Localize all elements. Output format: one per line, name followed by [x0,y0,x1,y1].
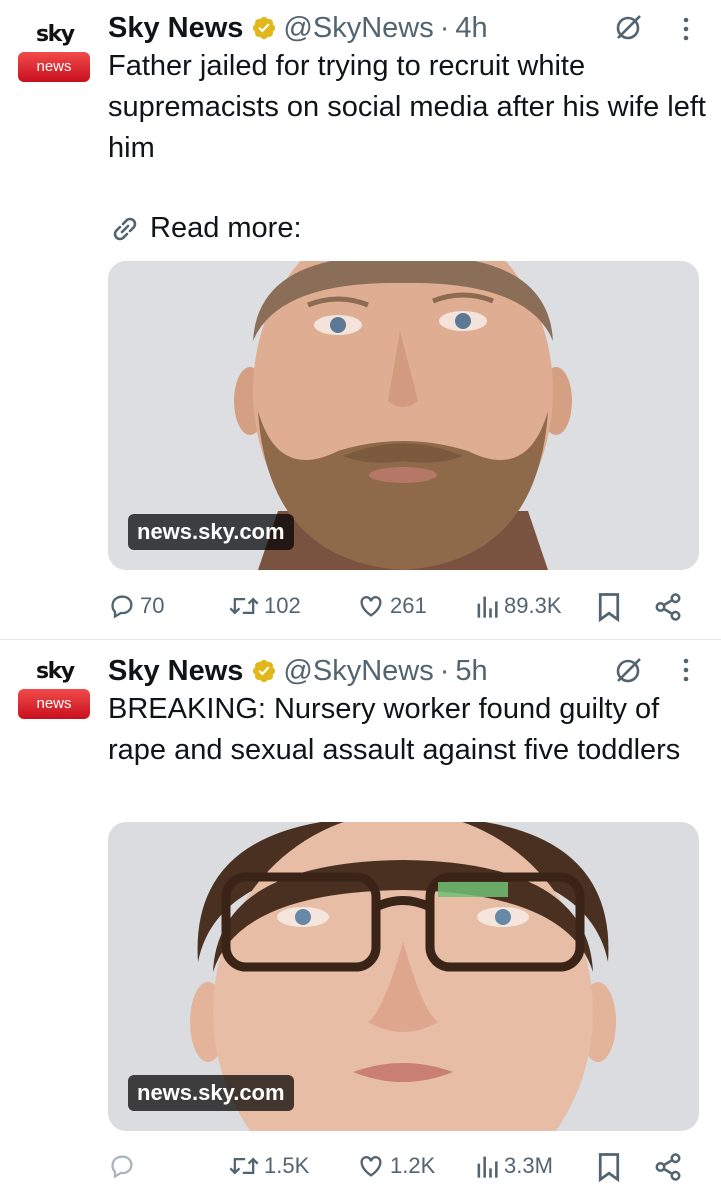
card-domain-label: news.sky.com [128,514,294,550]
link-card[interactable]: news.sky.com [108,261,699,570]
repost-count: 102 [264,593,301,618]
reply-button[interactable]: 70 [108,588,164,624]
repost-count: 1.5K [264,1153,310,1178]
tweet-text: Father jailed for trying to recruit whit… [108,50,706,164]
tweet-header: Sky News @SkyNews · 4h [108,10,488,46]
handle[interactable]: @SkyNews [283,12,433,45]
views-icon [477,596,498,618]
grok-icon[interactable] [612,655,644,687]
repost-icon [229,597,259,615]
like-button[interactable]: 1.2K [356,1148,435,1184]
tweet-divider [0,639,721,640]
timestamp[interactable]: 5h [455,655,487,688]
separator-dot: · [439,654,450,687]
views-count: 89.3K [504,593,562,618]
views-button[interactable]: 89.3K [474,588,562,624]
reply-icon [111,1155,133,1179]
views-button[interactable]: 3.3M [474,1148,553,1184]
tweet-actions: 1.5K 1.2K 3.3M [108,1148,698,1184]
link-icon [113,217,137,240]
views-icon [477,1156,498,1178]
more-options-icon[interactable] [676,14,696,44]
read-more-line: Read more: [108,208,302,249]
sky-logo-wordmark: sky [36,22,75,47]
share-icon[interactable] [653,1152,683,1182]
timestamp[interactable]: 4h [455,12,487,45]
bookmark-icon[interactable] [596,1152,622,1182]
bookmark-icon[interactable] [596,592,622,622]
sky-logo-wordmark: sky [36,659,75,684]
card-domain-label: news.sky.com [128,1075,294,1111]
verified-badge-icon[interactable] [251,15,277,41]
news-logo-pill: news [18,52,90,82]
like-count: 261 [390,593,427,618]
like-button[interactable]: 261 [356,588,427,624]
news-logo-pill: news [18,689,90,719]
display-name[interactable]: Sky News [108,655,243,688]
separator-dot: · [439,11,450,44]
like-count: 1.2K [390,1153,436,1178]
grok-icon[interactable] [612,12,644,44]
views-count: 3.3M [504,1153,553,1178]
repost-icon [229,1157,259,1175]
tweet-header: Sky News @SkyNews · 5h [108,653,488,689]
link-card[interactable]: news.sky.com [108,822,699,1131]
tweet[interactable]: sky news Sky News @SkyNews · 4h Father j… [0,0,721,640]
like-icon [360,596,382,617]
reply-count: 70 [140,593,165,618]
read-more-label: Read more: [150,212,302,244]
avatar[interactable]: sky news [14,18,94,88]
reply-button[interactable] [108,1148,140,1184]
handle[interactable]: @SkyNews [283,655,433,688]
avatar[interactable]: sky news [14,655,94,725]
share-icon[interactable] [653,592,683,622]
repost-button[interactable]: 1.5K [228,1148,309,1184]
verified-badge-icon[interactable] [251,658,277,684]
like-icon [360,1156,382,1177]
display-name[interactable]: Sky News [108,12,243,45]
tweet-text: BREAKING: Nursery worker found guilty of… [108,693,681,766]
tweet-actions: 70 102 261 89.3K [108,588,698,624]
more-options-icon[interactable] [676,655,696,685]
reply-icon [111,595,133,619]
tweet[interactable]: sky news Sky News @SkyNews · 5h BREAKING… [0,641,721,1200]
repost-button[interactable]: 102 [228,588,301,624]
